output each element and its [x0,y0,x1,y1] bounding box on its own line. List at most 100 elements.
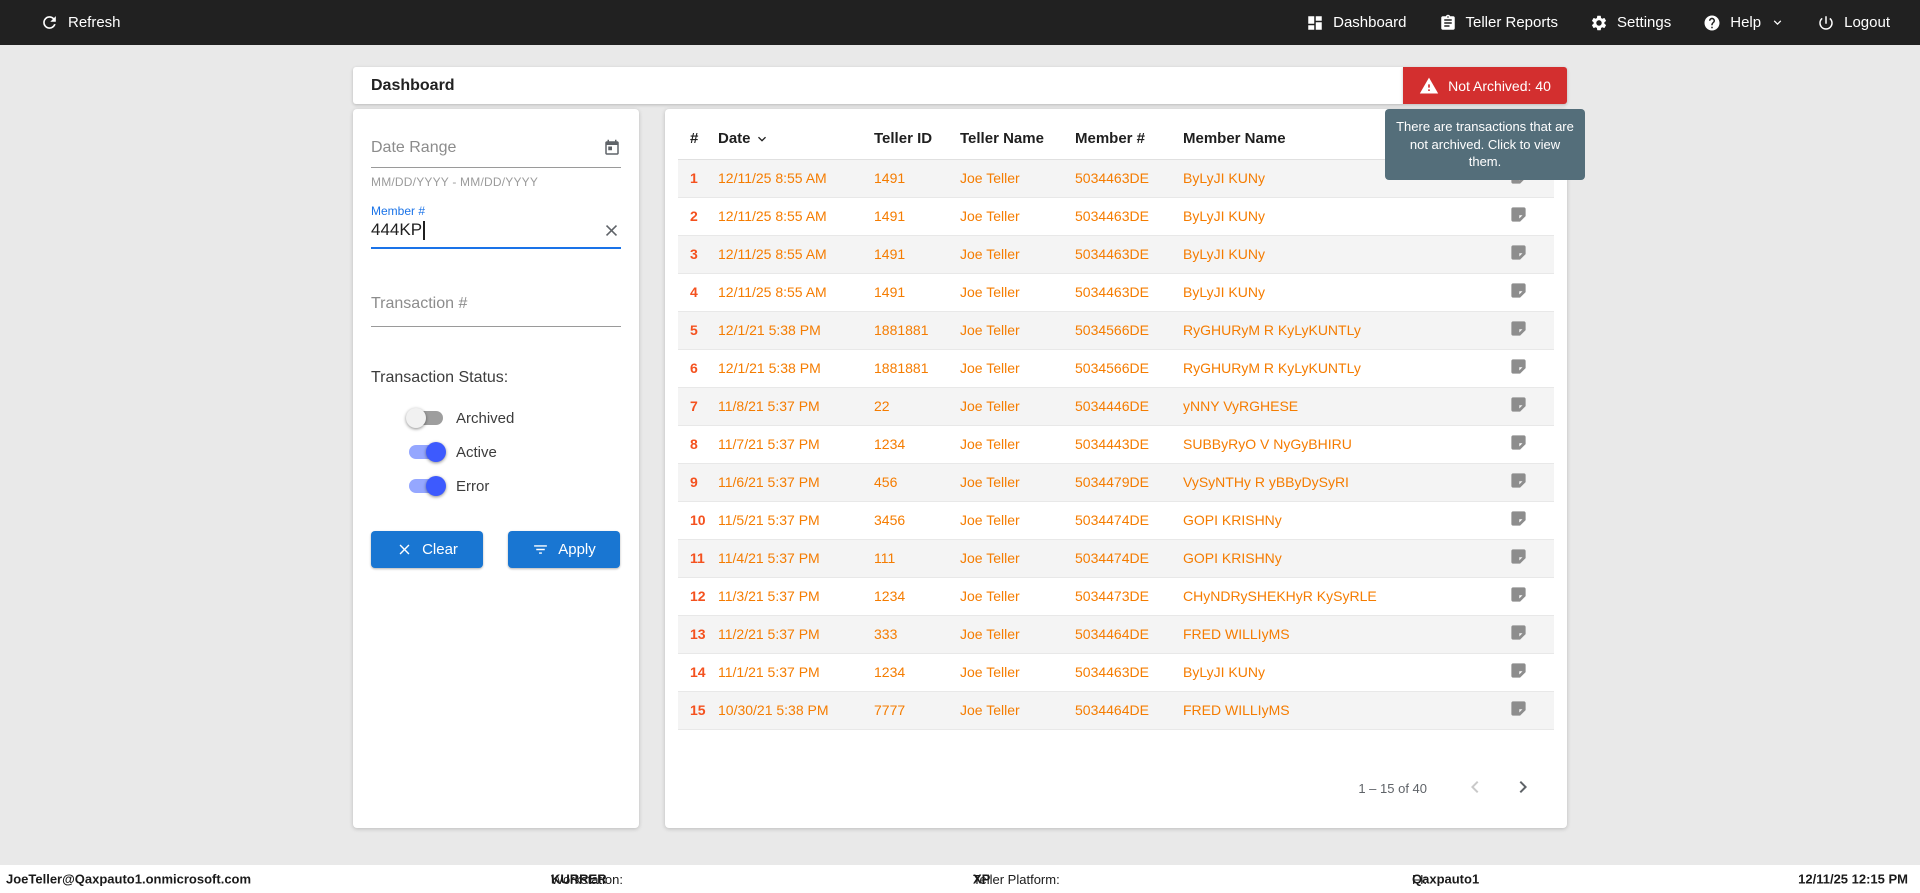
nav-dashboard-label: Dashboard [1333,14,1406,31]
date-range-field[interactable]: Date Range MM/DD/YYYY - MM/DD/YYYY [371,139,621,189]
clear-member-icon[interactable] [602,221,621,240]
pagination: 1 – 15 of 40 [665,775,1567,828]
status-toggle[interactable]: Active [406,435,621,469]
col-header-member-num[interactable]: Member # [1071,119,1179,159]
toggle-switch[interactable] [406,441,446,463]
toggle-label: Error [456,478,489,495]
note-icon[interactable] [1509,661,1528,680]
help-icon [1703,14,1721,32]
table-row[interactable]: 11 11/4/21 5:37 PM 111 Joe Teller 503447… [678,539,1554,577]
clear-button-label: Clear [422,541,458,558]
table-row[interactable]: 3 12/11/25 8:55 AM 1491 Joe Teller 50344… [678,235,1554,273]
nav-dashboard[interactable]: Dashboard [1306,14,1406,32]
logged-in-user: JoeTeller@Qaxpauto1.onmicrosoft.com [6,872,251,887]
transactions-panel: # Date Teller ID Teller Name [665,109,1567,828]
nav-help[interactable]: Help [1703,14,1785,32]
toggle-label: Active [456,444,497,461]
filter-icon [532,541,549,558]
not-archived-tooltip: There are transactions that are not arch… [1385,109,1585,180]
pagination-range-label: 1 – 15 of 40 [1358,781,1427,796]
chevron-left-icon [1463,775,1487,799]
table-row[interactable]: 7 11/8/21 5:37 PM 22 Joe Teller 5034446D… [678,387,1554,425]
dashboard-icon [1306,14,1324,32]
teller-platform-info: Teller Platform: XP [973,872,990,887]
nav-logout-label: Logout [1844,14,1890,31]
toggle-switch[interactable] [406,407,446,429]
transaction-status-label: Transaction Status: [371,369,621,387]
transaction-number-field[interactable]: Transaction # [371,295,621,327]
status-toggle[interactable]: Archived [406,401,621,435]
note-icon[interactable] [1509,319,1528,338]
warning-icon [1419,76,1439,96]
top-nav-bar: Refresh Dashboard Teller Reports Setting… [0,0,1920,45]
note-icon[interactable] [1509,547,1528,566]
workstation-info: Workstation: KURRER [551,872,607,887]
table-row[interactable]: 6 12/1/21 5:38 PM 1881881 Joe Teller 503… [678,349,1554,387]
note-icon[interactable] [1509,281,1528,300]
status-bar: JoeTeller@Qaxpauto1.onmicrosoft.com Work… [0,865,1920,893]
previous-page-button[interactable] [1463,775,1487,802]
col-header-date[interactable]: Date [714,119,870,159]
page-body: Dashboard Not Archived: 40 There are tra… [0,45,1920,865]
note-icon[interactable] [1509,471,1528,490]
refresh-button[interactable]: Refresh [40,13,121,32]
table-row[interactable]: 9 11/6/21 5:37 PM 456 Joe Teller 5034479… [678,463,1554,501]
page-title: Dashboard [371,77,455,95]
transactions-table: # Date Teller ID Teller Name [678,119,1554,730]
refresh-label: Refresh [68,14,121,31]
nav-help-label: Help [1730,14,1761,31]
member-number-field[interactable]: Member # 444KP [371,204,621,249]
clear-button[interactable]: Clear [371,531,483,568]
top-nav-items: Dashboard Teller Reports Settings Help [1306,14,1890,32]
note-icon[interactable] [1509,699,1528,718]
table-row[interactable]: 10 11/5/21 5:37 PM 3456 Joe Teller 50344… [678,501,1554,539]
nav-settings[interactable]: Settings [1590,14,1671,32]
table-row[interactable]: 15 10/30/21 5:38 PM 7777 Joe Teller 5034… [678,691,1554,729]
note-icon[interactable] [1509,623,1528,642]
current-datetime: 12/11/25 12:15 PM [1798,872,1908,887]
fi-info: FI: Qaxpauto1 [1412,872,1479,887]
date-range-format-hint: MM/DD/YYYY - MM/DD/YYYY [371,175,621,189]
note-icon[interactable] [1509,357,1528,376]
note-icon[interactable] [1509,433,1528,452]
nav-teller-reports-label: Teller Reports [1466,14,1559,31]
nav-teller-reports[interactable]: Teller Reports [1439,14,1559,32]
col-header-teller-name[interactable]: Teller Name [956,119,1071,159]
filter-panel: Date Range MM/DD/YYYY - MM/DD/YYYY Membe… [353,109,639,828]
col-header-num[interactable]: # [678,119,714,159]
page-title-bar: Dashboard [353,67,1403,104]
toggle-label: Archived [456,410,514,427]
sort-desc-icon [754,131,770,147]
nav-logout[interactable]: Logout [1817,14,1890,32]
table-row[interactable]: 4 12/11/25 8:55 AM 1491 Joe Teller 50344… [678,273,1554,311]
text-caret [423,221,425,240]
date-range-label: Date Range [371,139,456,157]
page-header: Dashboard Not Archived: 40 There are tra… [353,67,1567,104]
table-row[interactable]: 14 11/1/21 5:37 PM 1234 Joe Teller 50344… [678,653,1554,691]
note-icon[interactable] [1509,243,1528,262]
toggle-switch[interactable] [406,475,446,497]
note-icon[interactable] [1509,509,1528,528]
clipboard-icon [1439,14,1457,32]
status-toggle[interactable]: Error [406,469,621,503]
power-icon [1817,14,1835,32]
chevron-right-icon [1511,775,1535,799]
note-icon[interactable] [1509,395,1528,414]
not-archived-badge[interactable]: Not Archived: 40 [1403,67,1567,104]
apply-button[interactable]: Apply [508,531,620,568]
next-page-button[interactable] [1511,775,1535,802]
transaction-number-label: Transaction # [371,295,467,312]
table-row[interactable]: 5 12/1/21 5:38 PM 1881881 Joe Teller 503… [678,311,1554,349]
gear-icon [1590,14,1608,32]
nav-settings-label: Settings [1617,14,1671,31]
table-row[interactable]: 8 11/7/21 5:37 PM 1234 Joe Teller 503444… [678,425,1554,463]
table-row[interactable]: 2 12/11/25 8:55 AM 1491 Joe Teller 50344… [678,197,1554,235]
member-number-input[interactable]: 444KP [371,220,422,240]
col-header-teller-id[interactable]: Teller ID [870,119,956,159]
table-row[interactable]: 13 11/2/21 5:37 PM 333 Joe Teller 503446… [678,615,1554,653]
calendar-icon[interactable] [603,139,621,157]
note-icon[interactable] [1509,205,1528,224]
refresh-icon [40,13,59,32]
note-icon[interactable] [1509,585,1528,604]
table-row[interactable]: 12 11/3/21 5:37 PM 1234 Joe Teller 50344… [678,577,1554,615]
